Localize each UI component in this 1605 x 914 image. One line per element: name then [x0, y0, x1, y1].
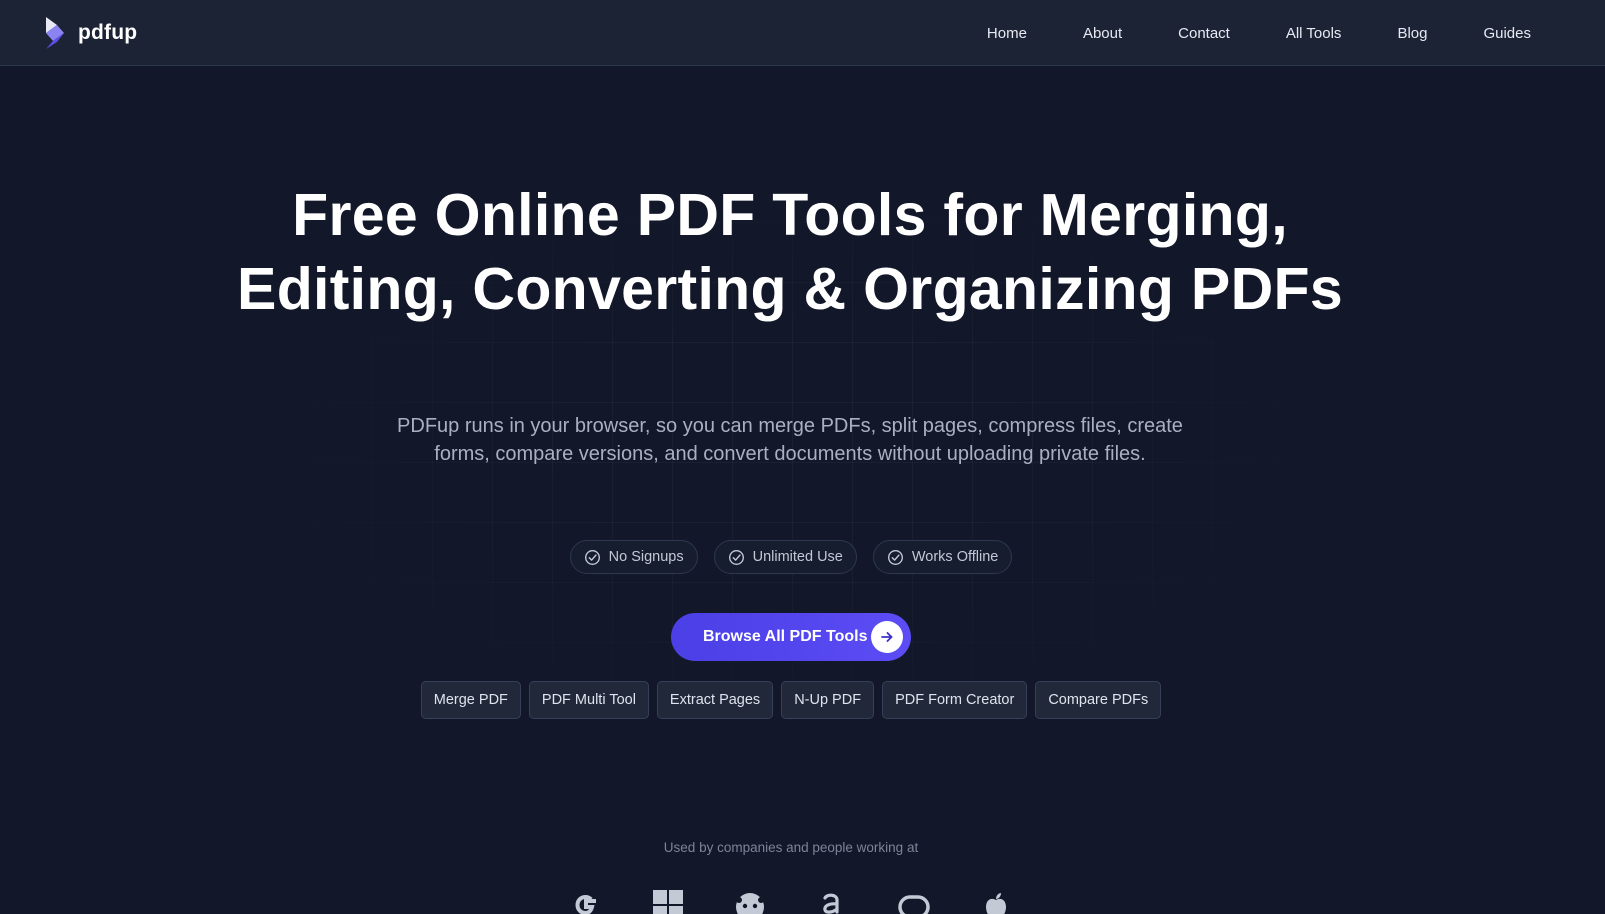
page: pdfup Home About Contact All Tools Blog … — [0, 0, 1605, 914]
feature-label: Works Offline — [911, 549, 999, 565]
feature-pills: No Signups Unlimited Use Works Offline — [0, 540, 1582, 574]
used-by-caption: Used by companies and people working at — [663, 840, 919, 855]
feature-pill-works-offline: Works Offline — [872, 540, 1013, 574]
nav-link-contact[interactable]: Contact — [1178, 25, 1230, 42]
arrow-right-icon — [881, 632, 893, 642]
tool-chip-extract-pages[interactable]: Extract Pages — [656, 681, 774, 719]
check-circle-icon — [584, 549, 600, 565]
nav-link-all-tools[interactable]: All Tools — [1286, 25, 1342, 42]
cta-label: Browse All PDF Tools — [703, 628, 868, 645]
popular-tool-links: Merge PDF PDF Multi Tool Extract Pages N… — [0, 681, 1582, 719]
check-circle-icon — [728, 549, 744, 565]
tool-chip-pdf-multi-tool[interactable]: PDF Multi Tool — [528, 681, 649, 719]
google-logo-icon — [575, 894, 596, 914]
feature-label: No Signups — [608, 549, 684, 565]
tool-chip-compare-pdfs[interactable]: Compare PDFs — [1035, 681, 1162, 719]
tool-chip-pdf-form-creator[interactable]: PDF Form Creator — [882, 681, 1028, 719]
tool-chip-merge-pdf[interactable]: Merge PDF — [420, 681, 521, 719]
nav-link-guides[interactable]: Guides — [1483, 25, 1531, 42]
company-logos — [0, 888, 1582, 914]
nav-links: Home About Contact All Tools Blog Guides — [931, 0, 1531, 66]
cta-arrow-badge — [871, 621, 903, 653]
browse-all-tools-button[interactable]: Browse All PDF Tools — [671, 613, 911, 661]
tool-chip-n-up-pdf[interactable]: N-Up PDF — [781, 681, 875, 719]
top-navbar: pdfup Home About Contact All Tools Blog … — [0, 0, 1605, 66]
brand-name: pdfup — [78, 21, 138, 44]
nav-link-about[interactable]: About — [1083, 25, 1122, 42]
feature-pill-unlimited-use: Unlimited Use — [713, 540, 857, 574]
reddit-logo-icon — [736, 893, 764, 914]
pdfup-logo-icon — [46, 17, 64, 49]
nav-link-blog[interactable]: Blog — [1397, 25, 1427, 42]
check-circle-icon — [887, 549, 903, 565]
amazon-logo-icon — [823, 893, 839, 914]
feature-pill-no-signups: No Signups — [569, 540, 698, 574]
meta-logo-icon — [898, 895, 930, 914]
hero-title: Free Online PDF Tools for Merging, Editi… — [237, 182, 1343, 322]
apple-logo-icon — [986, 893, 1006, 914]
feature-label: Unlimited Use — [752, 549, 843, 565]
hero-subtitle: PDFup runs in your browser, so you can m… — [397, 415, 1183, 465]
nav-link-home[interactable]: Home — [987, 25, 1027, 42]
brand-home-link[interactable]: pdfup — [44, 16, 137, 50]
microsoft-logo-icon — [653, 890, 683, 914]
